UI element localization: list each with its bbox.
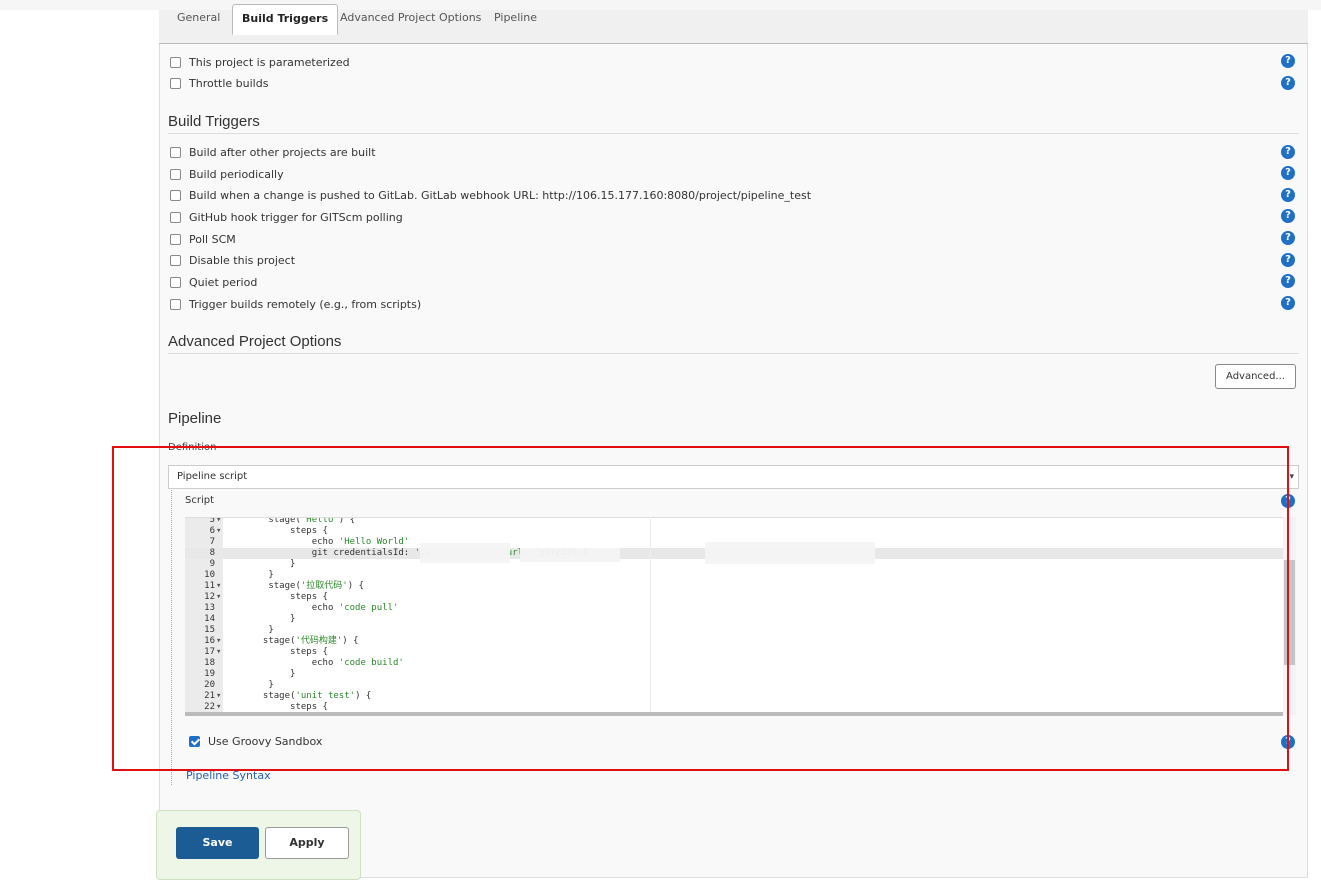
option-label: Trigger builds remotely (e.g., from scri… (189, 297, 422, 311)
option-label: Build after other projects are built (189, 145, 376, 159)
trigger-option[interactable]: GitHub hook trigger for GITScm polling (170, 209, 403, 225)
checkbox[interactable] (170, 233, 181, 245)
section-title-pipeline: Pipeline (168, 410, 222, 427)
checkbox[interactable] (170, 168, 181, 180)
trigger-option[interactable]: Poll SCM (170, 231, 236, 247)
help-icon[interactable]: ? (1281, 253, 1295, 267)
divider (168, 353, 1299, 354)
help-icon[interactable]: ? (1281, 274, 1295, 288)
help-icon[interactable]: ? (1281, 209, 1295, 223)
help-icon[interactable]: ? (1281, 145, 1295, 159)
checkbox[interactable] (170, 56, 181, 68)
checkbox[interactable] (170, 189, 181, 201)
help-icon[interactable]: ? (1281, 231, 1295, 245)
option-label: Build periodically (189, 167, 284, 181)
option-label: Quiet period (189, 275, 258, 289)
checkbox[interactable] (170, 146, 181, 158)
option-label: Throttle builds (189, 76, 269, 90)
option-label: GitHub hook trigger for GITScm polling (189, 210, 403, 224)
trigger-option[interactable]: Build periodically (170, 166, 284, 182)
trigger-option[interactable]: Quiet period (170, 274, 257, 290)
option-parameterized[interactable]: This project is parameterized (170, 54, 350, 70)
checkbox[interactable] (170, 211, 181, 223)
trigger-option[interactable]: Build after other projects are built (170, 144, 376, 160)
tab-pipeline[interactable]: Pipeline (485, 4, 546, 34)
help-icon[interactable]: ? (1281, 188, 1295, 202)
help-icon[interactable]: ? (1281, 166, 1295, 180)
option-label: Build when a change is pushed to GitLab.… (189, 188, 812, 202)
option-label: Disable this project (189, 253, 296, 267)
checkbox[interactable] (170, 276, 181, 288)
advanced-button[interactable]: Advanced... (1215, 364, 1296, 389)
help-icon[interactable]: ? (1281, 76, 1295, 90)
option-label: Poll SCM (189, 232, 236, 246)
trigger-option[interactable]: Trigger builds remotely (e.g., from scri… (170, 296, 421, 312)
section-title-build-triggers: Build Triggers (168, 113, 260, 130)
divider (168, 133, 1299, 134)
checkbox[interactable] (170, 77, 181, 89)
tab-build-triggers[interactable]: Build Triggers (232, 4, 339, 35)
section-title-advanced: Advanced Project Options (168, 333, 342, 350)
checkbox[interactable] (170, 254, 181, 266)
annotation-highlight-box (112, 446, 1289, 771)
help-icon[interactable]: ? (1281, 296, 1295, 310)
checkbox[interactable] (170, 298, 181, 310)
chevron-down-icon: ▾ (1289, 472, 1294, 482)
option-throttle-builds[interactable]: Throttle builds (170, 75, 268, 91)
tab-general[interactable]: General (168, 4, 229, 34)
help-icon[interactable]: ? (1281, 54, 1295, 68)
save-button[interactable]: Save (176, 827, 259, 859)
option-label: This project is parameterized (189, 55, 350, 69)
trigger-option[interactable]: Build when a change is pushed to GitLab.… (170, 187, 811, 203)
tab-advanced-project-options[interactable]: Advanced Project Options (331, 4, 490, 34)
trigger-option[interactable]: Disable this project (170, 252, 295, 268)
apply-button[interactable]: Apply (265, 827, 349, 859)
